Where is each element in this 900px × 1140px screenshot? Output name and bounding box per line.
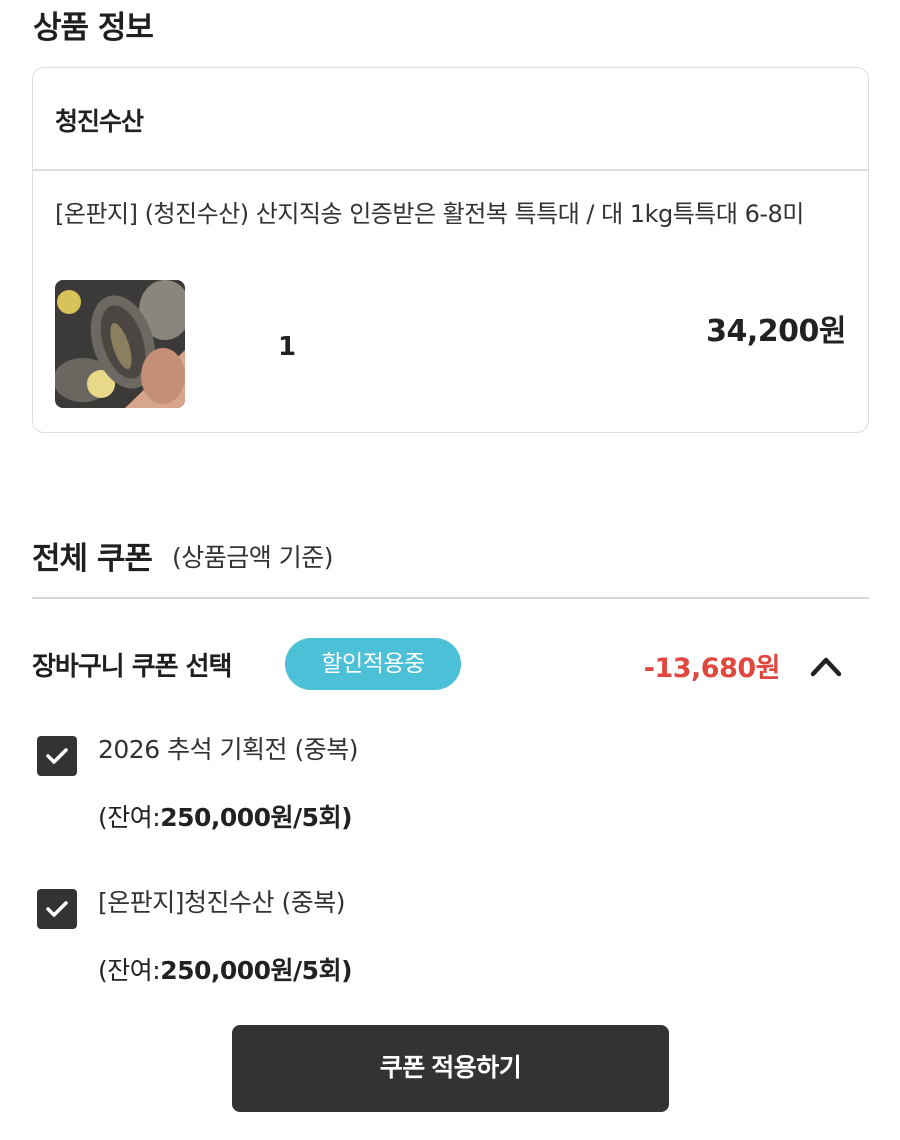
section-divider [32, 597, 869, 599]
product-thumbnail[interactable] [55, 280, 185, 408]
product-name[interactable]: [온판지] (청진수산) 산지직송 인증받은 활전복 특특대 / 대 1kg특특… [55, 196, 845, 232]
coupon-section-subtitle: (상품금액 기준) [172, 543, 333, 572]
quantity: 1 [278, 332, 297, 362]
coupon-checkbox[interactable] [37, 736, 77, 776]
chevron-up-icon[interactable] [808, 650, 844, 680]
apply-coupon-button[interactable]: 쿠폰 적용하기 [232, 1025, 669, 1112]
product-info-title: 상품 정보 [33, 10, 154, 46]
cart-coupon-label[interactable]: 장바구니 쿠폰 선택 [32, 646, 232, 683]
seller-name: 청진수산 [55, 107, 144, 136]
coupon-remaining: (잔여:250,000원/5회) [98, 803, 353, 832]
coupon-name[interactable]: [온판지]청진수산 (중복) [98, 883, 345, 919]
product-card: 청진수산 [온판지] (청진수산) 산지직송 인증받은 활전복 특특대 / 대 … [32, 67, 869, 433]
discount-applied-badge: 할인적용중 [285, 638, 461, 690]
check-icon [46, 748, 68, 764]
check-icon [46, 901, 68, 917]
coupon-checkbox[interactable] [37, 889, 77, 929]
card-divider [33, 169, 868, 171]
coupon-name[interactable]: 2026 추석 기획전 (중복) [98, 730, 358, 766]
coupon-section-title: 전체 쿠폰 [32, 541, 153, 577]
product-price: 34,200원 [706, 314, 846, 349]
discount-amount: -13,680원 [643, 653, 781, 684]
coupon-remaining: (잔여:250,000원/5회) [98, 956, 353, 985]
